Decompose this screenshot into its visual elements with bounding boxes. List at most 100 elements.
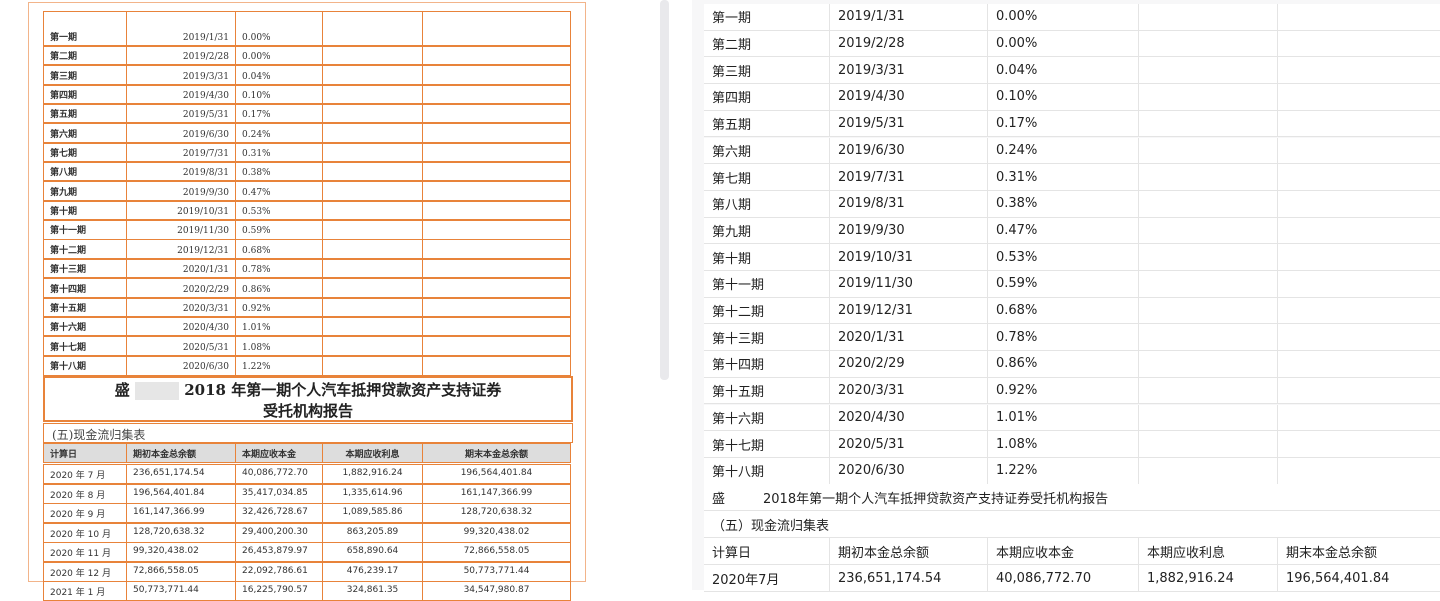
table-row: 第十五期 2020/3/31 0.92% (704, 377, 1440, 405)
table-cell (422, 296, 571, 318)
table-cell: 2019/7/31 (126, 141, 236, 164)
table-cell: 99,320,438.02 (126, 542, 236, 562)
table-cell (1139, 377, 1278, 404)
table-row: 第六期 2019/6/30 0.24% (704, 137, 1440, 165)
table-cell (1278, 378, 1440, 404)
table-cell: 2020/5/31 (830, 431, 988, 457)
table-cell: 236,651,174.54 (126, 464, 236, 484)
table-cell: 236,651,174.54 (830, 565, 988, 591)
table-cell (1139, 297, 1278, 324)
table-row: 第十八期 2020/6/30 1.22% (704, 457, 1440, 485)
table-row: 第六期 2019/6/30 0.24% (43, 122, 573, 144)
table-row: 2020 年 11 月 99,320,438.02 26,453,879.97 658… (43, 542, 573, 562)
table-cell (1139, 190, 1278, 217)
table-row: 2020 年 8 月 196,564,401.84 35,417,034.85 1,3… (43, 483, 573, 504)
table-cell: 2019/8/31 (126, 161, 236, 183)
column-header: 本期应收本金 (235, 443, 323, 463)
table-cell: 1,335,614.96 (322, 483, 423, 504)
table-cell (322, 103, 423, 125)
table-cell: 第十一期 (43, 219, 127, 241)
table-cell: 第十五期 (43, 296, 127, 318)
table-cell (322, 141, 423, 164)
table-cell: 第十二期 (704, 297, 830, 324)
table-cell: 0.00% (235, 11, 323, 47)
table-row: 第七期 2019/7/31 0.31% (704, 164, 1440, 191)
table-cell: 第十五期 (704, 377, 830, 404)
table-cell: 2020/2/29 (830, 351, 988, 377)
table-cell: 2019/3/31 (126, 64, 236, 86)
table-cell (322, 199, 423, 222)
table-cell (1278, 4, 1440, 30)
table-cell: 0.04% (988, 57, 1139, 84)
table-row: 第十六期 2020/4/30 1.01% (704, 404, 1440, 432)
table-cell: 2020/4/30 (830, 404, 988, 431)
table-cell: 1,882,916.24 (322, 464, 423, 484)
table-cell: 0.68% (988, 297, 1139, 324)
table-cell (322, 64, 423, 86)
table-row: 第十四期 2020/2/29 0.86% (704, 351, 1440, 378)
table-row: 第八期 2019/8/31 0.38% (43, 161, 573, 183)
table-cell: 2019/9/30 (830, 217, 988, 244)
table-cell (422, 83, 571, 106)
table-cell: 29,400,200.30 (235, 522, 323, 543)
table-row: 第十三期 2020/1/31 0.78% (704, 324, 1440, 352)
table-cell: 2020 年 9 月 (43, 503, 127, 523)
table-row: 2020 年 9 月 161,147,366.99 32,426,728.67 1,0… (43, 503, 573, 523)
table-cell (422, 354, 571, 376)
table-cell: 0.00% (988, 4, 1139, 30)
table-cell: 99,320,438.02 (422, 522, 571, 543)
table-cell (422, 199, 571, 222)
table-cell: 0.78% (235, 257, 323, 280)
scrollbar[interactable] (660, 0, 669, 380)
table-row: 第十七期 2020/5/31 1.08% (704, 431, 1440, 458)
table-cell: 0.53% (988, 244, 1139, 270)
table-cell: 2021 年 1 月 (43, 581, 127, 601)
table-row: 第五期 2019/5/31 0.17% (704, 110, 1440, 138)
table-cell: 1.08% (988, 431, 1139, 457)
table-cell: 72,866,558.05 (422, 542, 571, 562)
table-cell: 0.47% (988, 217, 1139, 244)
table-cell: 0.38% (235, 161, 323, 183)
table-cell: 1.01% (988, 404, 1139, 431)
table-cell: 2019/7/31 (830, 164, 988, 190)
table-cell (322, 219, 423, 241)
table-cell: 第八期 (704, 190, 830, 217)
table-cell (1139, 4, 1278, 30)
table-cell: 1.08% (235, 335, 323, 357)
table-cell (322, 315, 423, 338)
table-cell: 196,564,401.84 (422, 464, 571, 484)
table-cell (1139, 244, 1278, 270)
table-cell: 0.53% (235, 199, 323, 222)
table-cell: 34,547,980.87 (422, 581, 571, 601)
table-cell: 第二期 (43, 45, 127, 67)
table-cell: 第十三期 (704, 324, 830, 351)
table-cell: 1.22% (235, 354, 323, 376)
table-cell: 196,564,401.84 (1286, 570, 1390, 586)
table-cell: 0.59% (988, 271, 1139, 297)
table-cell: 2020/3/31 (830, 377, 988, 404)
table-row: 第二期 2019/2/28 0.00% (43, 45, 573, 67)
table-cell: 22,092,786.61 (235, 561, 323, 582)
table-cell (422, 161, 571, 183)
table-row: 第三期 2019/3/31 0.04% (704, 57, 1440, 85)
table-cell: 35,417,034.85 (235, 483, 323, 504)
table-cell: 0.31% (988, 164, 1139, 190)
table-cell: 第八期 (43, 161, 127, 183)
table-row: 第九期 2019/9/30 0.47% (704, 217, 1440, 245)
table-cell: 0.31% (235, 141, 323, 164)
table-cell: 2019/11/30 (126, 219, 236, 241)
column-header: 期末本金总余额 (1286, 545, 1378, 561)
table-cell: 2020/6/30 (830, 457, 988, 484)
table-cell: 第十一期 (704, 271, 830, 297)
table-cell (422, 122, 571, 144)
table-cell: 第十三期 (43, 257, 127, 280)
table-cell: 第十六期 (704, 404, 830, 431)
table-cell (1278, 191, 1440, 217)
table-cell: 第十七期 (43, 335, 127, 357)
table-cell (322, 335, 423, 357)
table-row: 2020年7月 236,651,174.54 40,086,772.70 1,882,… (704, 565, 1440, 592)
table-row: 第四期 2019/4/30 0.10% (704, 84, 1440, 111)
table-cell: 2020/4/30 (126, 315, 236, 338)
table-header-row: 计算日 期初本金总余额 本期应收本金 本期应收利息 期末本金总余额 (43, 443, 573, 463)
table-cell: 2019/10/31 (126, 199, 236, 222)
